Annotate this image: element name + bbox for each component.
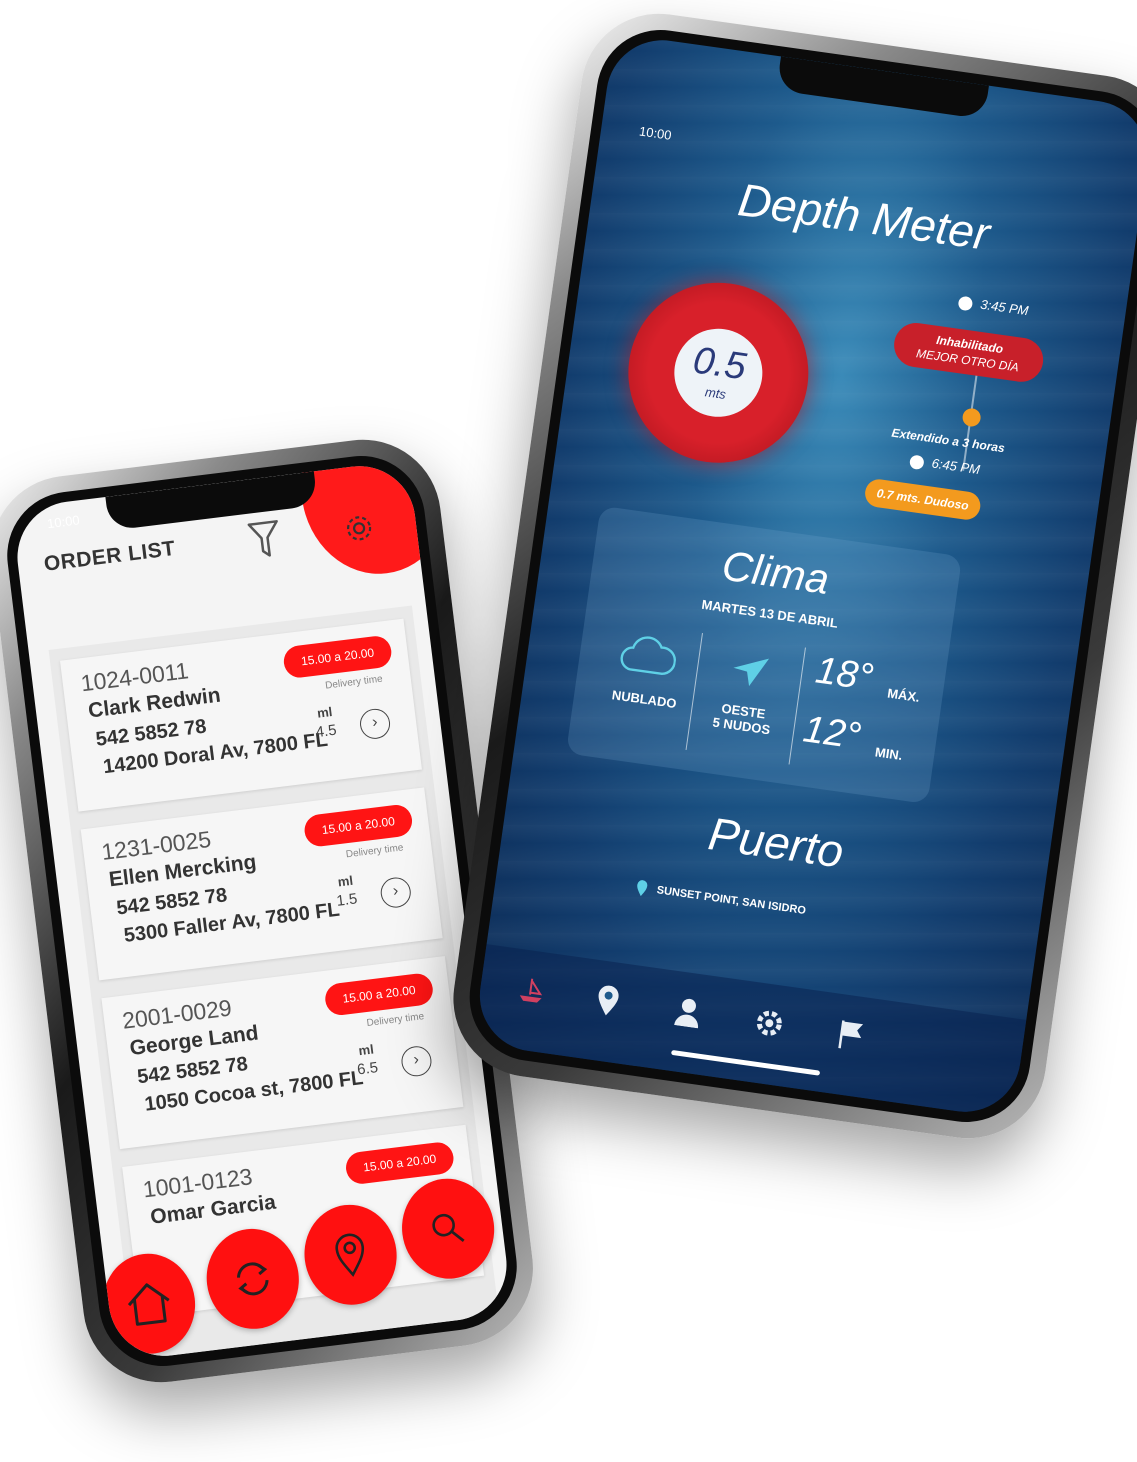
quantity-label: ml	[336, 872, 354, 890]
depth-gauge-face: 0.5 mts	[668, 323, 769, 423]
max-temp-label: MÁX.	[886, 685, 921, 705]
home-button[interactable]	[97, 1248, 201, 1359]
chevron-right-icon[interactable]: ›	[358, 707, 392, 741]
cloud-icon	[620, 636, 677, 676]
boat-icon[interactable]	[515, 973, 549, 1007]
quantity-value: 4.5	[314, 721, 338, 742]
depth-meter-phone: 10:00 Depth Meter 0.5 mts 3:45 PM Inhabi…	[443, 3, 1137, 1149]
notch	[105, 471, 318, 531]
order-card[interactable]: 1024-0011 Clark Redwin 542 5852 78 14200…	[59, 618, 422, 812]
phone-bezel: 10:00 ORDER LIST 1024-0011 Clark Redwin …	[0, 448, 525, 1374]
search-icon	[432, 1213, 465, 1242]
order-list-screen: 10:00 ORDER LIST 1024-0011 Clark Redwin …	[11, 459, 513, 1363]
map-pin-icon	[335, 1233, 365, 1277]
time-window-label: Delivery time	[324, 673, 384, 692]
phone-bezel: 10:00 Depth Meter 0.5 mts 3:45 PM Inhabi…	[461, 21, 1137, 1131]
max-temp: 18°	[812, 649, 876, 700]
quantity-label: ml	[357, 1041, 375, 1059]
min-temp-label: MIN.	[874, 744, 904, 764]
wind-direction: OESTE 5 NUDOS	[701, 698, 784, 739]
quantity-value: 6.5	[356, 1059, 379, 1079]
quantity-label: ml	[316, 704, 334, 721]
order-card[interactable]: 1231-0025 Ellen Mercking 542 5852 78 530…	[80, 787, 443, 981]
user-icon[interactable]	[673, 995, 703, 1029]
time-window-badge: 15.00 a 20.00	[323, 971, 435, 1017]
map-pin-icon[interactable]	[594, 984, 622, 1019]
time-window-label: Delivery time	[366, 1011, 425, 1030]
clock-icon	[957, 295, 974, 311]
clock-icon	[908, 453, 925, 470]
status-time: 10:00	[46, 512, 81, 532]
location-button[interactable]	[298, 1199, 403, 1311]
refresh-button[interactable]	[201, 1223, 305, 1335]
divider	[685, 633, 703, 751]
home-indicator[interactable]	[670, 1049, 820, 1076]
gear-icon[interactable]	[752, 1006, 786, 1040]
sky-label: NUBLADO	[610, 687, 678, 712]
location-pin-icon	[637, 880, 648, 897]
time-window-label: Delivery time	[345, 842, 405, 861]
depth-meter-screen: 10:00 Depth Meter 0.5 mts 3:45 PM Inhabi…	[472, 33, 1137, 1119]
time-window-badge: 15.00 a 20.00	[302, 803, 414, 849]
flag-icon[interactable]	[835, 1018, 867, 1054]
home-icon	[127, 1283, 170, 1326]
time-window-badge: 15.00 a 20.00	[282, 634, 394, 680]
order-card[interactable]: 2001-0029 George Land 542 5852 78 1050 C…	[101, 956, 464, 1150]
order-list-phone: 10:00 ORDER LIST 1024-0011 Clark Redwin …	[0, 430, 542, 1392]
weather-card: Clima MARTES 13 DE ABRIL NUBLADO OESTE 5…	[565, 505, 963, 805]
refresh-icon	[237, 1262, 269, 1296]
header-accent-blob	[291, 459, 462, 583]
filter-icon[interactable]	[246, 518, 283, 562]
wind-direction-icon	[733, 658, 770, 687]
page-title: ORDER LIST	[42, 536, 177, 576]
min-temp: 12°	[800, 708, 864, 758]
chevron-right-icon[interactable]: ›	[399, 1044, 434, 1079]
search-button[interactable]	[396, 1173, 500, 1284]
quantity-value: 1.5	[335, 890, 359, 910]
settings-gear-icon[interactable]	[340, 509, 378, 547]
chevron-right-icon[interactable]: ›	[379, 875, 413, 910]
